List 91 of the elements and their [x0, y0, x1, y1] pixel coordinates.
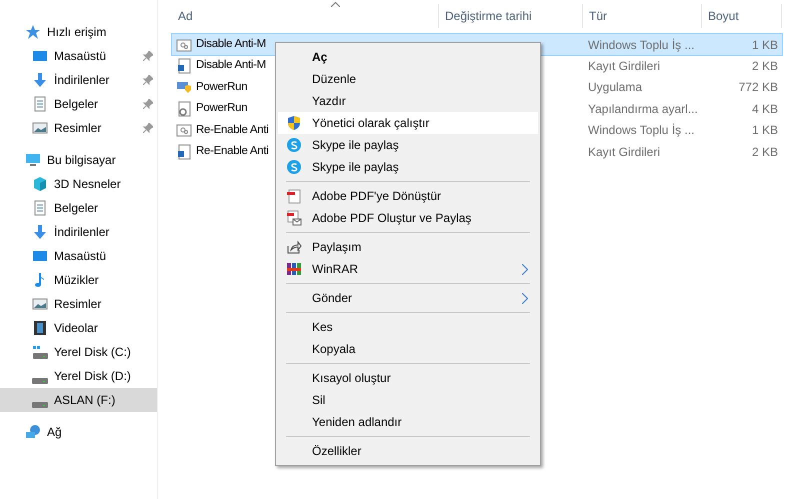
column-header[interactable]: Boyut — [702, 4, 782, 28]
nav-item[interactable]: Belgeler — [0, 196, 157, 220]
file-size-cell-text: 4 KB — [750, 100, 779, 118]
menu-item[interactable]: Yönetici olarak çalıştır — [278, 112, 538, 134]
file-name: Disable Anti-M — [196, 58, 266, 74]
menu-item[interactable]: Skype ile paylaş — [278, 134, 538, 156]
column-header[interactable]: Tür — [583, 4, 702, 28]
nav-item[interactable]: İndirilenler — [0, 220, 157, 244]
menu-item[interactable]: Kısayol oluştur — [278, 367, 538, 389]
app-shield-icon — [176, 79, 192, 96]
books-icon — [286, 261, 302, 277]
nav-item[interactable]: Ağ — [0, 420, 157, 444]
nav-item[interactable]: Belgeler — [0, 92, 157, 116]
shield-icon — [286, 115, 302, 131]
nav-item[interactable]: Bu bilgisayar — [0, 148, 157, 172]
drive-icon — [32, 344, 48, 360]
desktop-icon — [32, 248, 48, 264]
file-size-cell-text: 772 KB — [738, 79, 779, 96]
column-header[interactable]: Değiştirme tarihi — [439, 4, 583, 28]
file-type-cell-text: Kayıt Girdileri — [587, 144, 662, 161]
menu-item[interactable]: Kopyala — [278, 338, 538, 360]
nav-item[interactable]: 3D Nesneler — [0, 172, 157, 196]
file-type-cell-text: Windows Toplu İş ... — [587, 36, 696, 54]
file-name: Re-Enable Anti — [196, 122, 269, 138]
file-type-cell-text: Kayıt Girdileri — [587, 58, 662, 76]
document-icon — [32, 200, 48, 216]
menu-item[interactable]: Adobe PDF Oluştur ve Paylaş — [278, 207, 538, 229]
file-name-cell[interactable]: Disable Anti-M — [172, 55, 275, 77]
menu-item[interactable]: Sil — [278, 389, 538, 411]
cube-icon — [32, 176, 48, 192]
pdf-mail-icon — [286, 210, 302, 226]
desktop-icon — [32, 48, 48, 64]
registry-file-icon — [176, 58, 192, 74]
skype-icon — [286, 159, 302, 175]
menu-item[interactable]: WinRAR — [278, 258, 538, 280]
pdf-icon — [286, 188, 302, 204]
menu-item[interactable]: Adobe PDF'ye Dönüştür — [278, 185, 538, 207]
nav-item[interactable]: İndirilenler — [0, 68, 157, 92]
menu-item[interactable]: Paylaşım — [278, 236, 538, 258]
menu-item[interactable]: Gönder — [278, 287, 538, 309]
nav-item[interactable]: Müzikler — [0, 268, 157, 292]
nav-item[interactable]: Masaüstü — [0, 244, 157, 268]
menu-item[interactable]: Özellikler — [278, 440, 538, 462]
gear-file-icon — [176, 36, 192, 53]
file-name-cell[interactable]: Re-Enable Anti — [172, 140, 275, 162]
drive-icon — [32, 402, 48, 408]
nav-item[interactable]: Resimler — [0, 116, 157, 140]
star-icon — [25, 24, 41, 40]
file-name: PowerRun — [196, 101, 248, 116]
down-arrow-icon — [32, 72, 48, 88]
file-name: PowerRun — [196, 80, 248, 95]
file-size-cell-text: 1 KB — [750, 36, 779, 54]
menu-item[interactable]: Düzenle — [278, 68, 538, 90]
nav-item[interactable]: ASLAN (F:) — [0, 388, 157, 412]
computer-icon — [25, 152, 41, 168]
nav-item[interactable]: Masaüstü — [0, 44, 157, 68]
picture-icon — [32, 120, 48, 136]
drive-icon — [32, 378, 48, 384]
file-name-cell[interactable]: Re-Enable Anti — [172, 120, 275, 141]
file-type-cell-text: Yapılandırma ayarl... — [587, 100, 699, 118]
file-name-cell[interactable]: Disable Anti-M — [172, 34, 275, 56]
file-name: Disable Anti-M — [196, 37, 266, 52]
file-type-cell-text: Windows Toplu İş ... — [587, 122, 696, 140]
file-size-cell-text: 2 KB — [750, 144, 779, 161]
nav-item[interactable]: Videolar — [0, 316, 157, 340]
file-type-cell-text: Uygulama — [587, 79, 644, 96]
menu-item[interactable]: Skype ile paylaş — [278, 156, 538, 178]
nav-item[interactable]: Yerel Disk (D:) — [0, 364, 157, 388]
nav-item[interactable]: Hızlı erişim — [0, 20, 157, 44]
registry-file-icon — [176, 144, 192, 160]
menu-item[interactable]: Yazdır — [278, 90, 538, 112]
nav-item[interactable]: Yerel Disk (C:) — [0, 340, 157, 364]
document-icon — [32, 96, 48, 112]
share-icon — [286, 239, 302, 255]
file-name-cell[interactable]: PowerRun — [172, 98, 275, 120]
gear-file-icon — [176, 122, 192, 138]
file-name-cell[interactable]: PowerRun — [172, 76, 275, 98]
film-icon — [32, 320, 48, 336]
file-size-cell-text: 1 KB — [750, 122, 779, 140]
picture-icon — [32, 296, 48, 312]
menu-item[interactable]: Yeniden adlandır — [278, 411, 538, 433]
network-icon — [25, 424, 41, 440]
gear-file-icon — [176, 100, 192, 117]
column-header[interactable]: Ad — [172, 4, 439, 28]
file-size-cell-text: 2 KB — [750, 58, 779, 76]
menu-item[interactable]: Kes — [278, 316, 538, 338]
file-name: Re-Enable Anti — [196, 144, 269, 160]
down-arrow-icon — [32, 224, 48, 240]
nav-item[interactable]: Resimler — [0, 292, 157, 316]
skype-icon — [286, 137, 302, 153]
menu-item[interactable]: Aç — [278, 46, 538, 68]
